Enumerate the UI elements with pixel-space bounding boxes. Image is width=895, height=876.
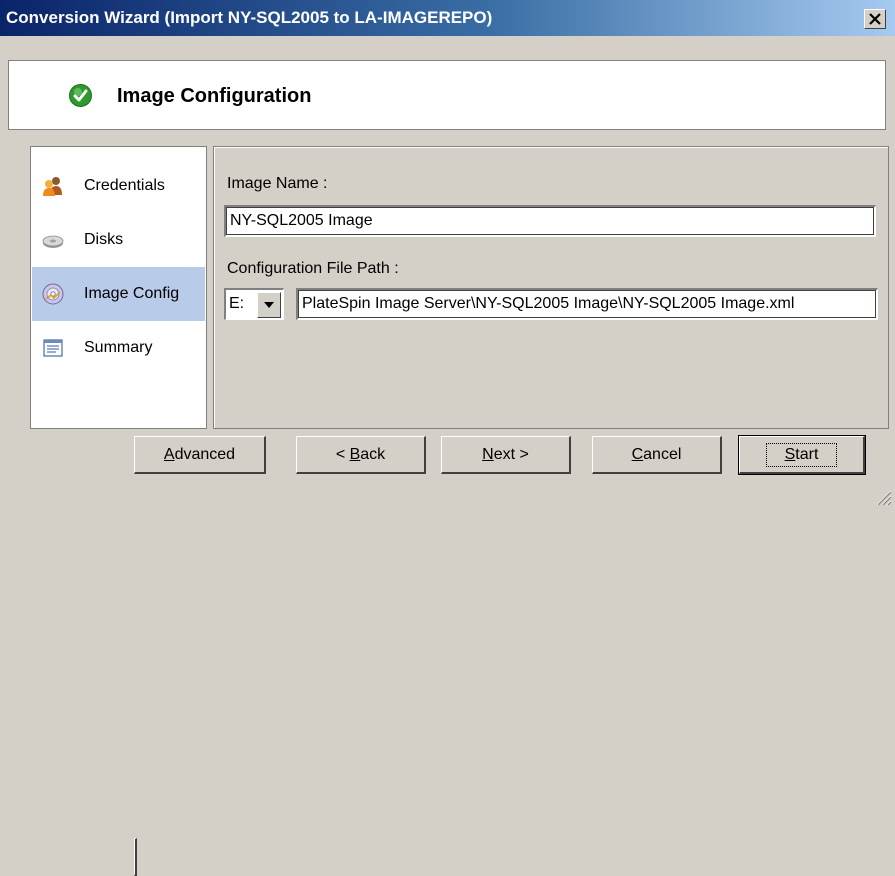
sidebar-item-label: Image Config — [84, 285, 180, 302]
wizard-sidebar: Credentials Disks Image Config Summary — [30, 146, 207, 429]
disk-icon — [42, 235, 64, 248]
sidebar-item-disks[interactable]: Disks — [32, 213, 205, 267]
cancel-button[interactable]: Cancel — [592, 436, 722, 474]
chevron-down-icon — [264, 302, 274, 308]
close-button[interactable] — [864, 9, 886, 29]
button-label: dvanced — [174, 445, 236, 463]
next-button[interactable]: Next > — [441, 436, 571, 474]
users-icon — [43, 177, 62, 196]
summary-icon — [43, 339, 63, 357]
wizard-header: Image Configuration — [8, 60, 886, 130]
dropdown-button[interactable] — [257, 292, 281, 318]
advanced-button[interactable]: Advanced — [134, 436, 266, 474]
image-name-field[interactable]: NY-SQL2005 Image — [224, 205, 876, 237]
image-name-label: Image Name : — [227, 175, 328, 192]
sidebar-item-credentials[interactable]: Credentials — [32, 159, 205, 213]
button-label: ack — [360, 445, 386, 463]
image-config-icon — [42, 283, 64, 305]
window-title: Conversion Wizard (Import NY-SQL2005 to … — [6, 8, 493, 27]
sidebar-item-image-config[interactable]: Image Config — [32, 267, 205, 321]
close-icon — [869, 13, 881, 25]
access-key: B — [349, 445, 361, 463]
resize-grip-icon[interactable] — [874, 488, 892, 506]
access-key: C — [631, 445, 644, 463]
config-path-field[interactable]: PlateSpin Image Server\NY-SQL2005 Image\… — [296, 288, 878, 320]
back-button[interactable]: < Back — [296, 436, 426, 474]
button-label: < — [335, 445, 350, 463]
access-key: S — [784, 445, 796, 463]
sidebar-item-label: Credentials — [84, 177, 165, 194]
drive-select[interactable]: E: — [224, 288, 284, 320]
sidebar-item-label: Disks — [84, 231, 124, 248]
button-label: ext > — [493, 445, 529, 463]
config-path-label: Configuration File Path : — [227, 260, 399, 277]
sidebar-item-label: Summary — [84, 339, 153, 356]
button-label: tart — [795, 445, 819, 463]
access-key: A — [163, 445, 175, 463]
sidebar-item-summary[interactable]: Summary — [32, 321, 205, 375]
drive-value: E: — [229, 295, 245, 312]
page-title: Image Configuration — [117, 85, 312, 107]
start-button[interactable]: Start — [738, 435, 866, 475]
access-key: N — [482, 445, 494, 463]
button-label: ancel — [643, 445, 682, 463]
check-circle-icon — [69, 84, 92, 107]
